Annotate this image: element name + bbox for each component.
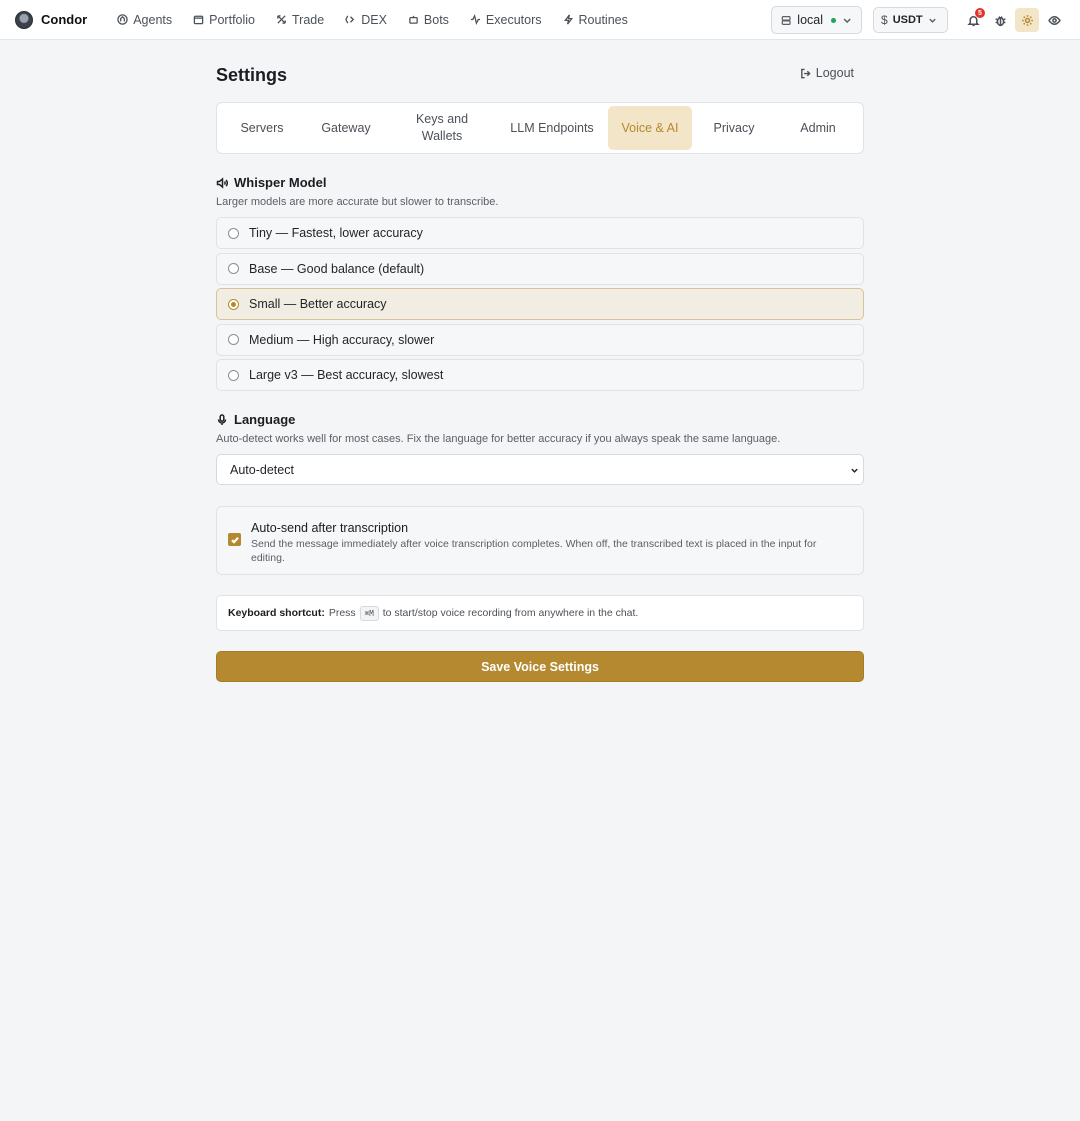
nav-item-label: Bots bbox=[423, 12, 449, 27]
keyboard-shortcut-hint: Keyboard shortcut: Press ⌘M to start/sto… bbox=[216, 595, 864, 631]
settings-button[interactable] bbox=[1015, 8, 1039, 32]
radio-button[interactable] bbox=[228, 263, 239, 274]
tab-voice-ai[interactable]: Voice & AI bbox=[608, 106, 692, 150]
whisper-option-large-v3[interactable]: Large v3 — Best accuracy, slowest bbox=[216, 359, 864, 391]
tab-gateway[interactable]: Gateway bbox=[304, 106, 388, 150]
nav-item-portfolio[interactable]: Portfolio bbox=[193, 13, 255, 27]
shortcut-label: Keyboard shortcut: bbox=[228, 607, 325, 619]
tab-llm-endpoints[interactable]: LLM Endpoints bbox=[496, 106, 608, 150]
language-heading: Language bbox=[216, 412, 864, 427]
chevron-down-icon bbox=[843, 17, 851, 23]
language-selected-value: Auto-detect bbox=[230, 462, 294, 477]
bolt-icon bbox=[563, 14, 573, 25]
nav-item-executors[interactable]: Executors bbox=[470, 13, 542, 27]
language-title: Language bbox=[234, 412, 296, 427]
whisper-option-medium[interactable]: Medium — High accuracy, slower bbox=[216, 323, 864, 356]
server-name: local bbox=[797, 13, 824, 27]
tab-admin[interactable]: Admin bbox=[776, 106, 860, 150]
chevron-down-icon bbox=[928, 18, 936, 23]
condor-logo-icon bbox=[15, 10, 33, 29]
radio-button[interactable] bbox=[228, 227, 239, 239]
shortcut-suffix: to start/stop voice recording from anywh… bbox=[382, 607, 639, 619]
agents-icon bbox=[117, 14, 128, 25]
dex-icon bbox=[345, 15, 355, 24]
debug-button[interactable] bbox=[988, 8, 1012, 32]
nav-item-label: Trade bbox=[292, 12, 325, 27]
save-voice-settings-button[interactable]: Save Voice Settings bbox=[216, 651, 864, 682]
notification-badge: 5 bbox=[975, 8, 985, 18]
autosend-card: Auto-send after transcription Send the m… bbox=[216, 506, 864, 575]
settings-content: Settings Logout Servers Gateway Keys and… bbox=[216, 40, 864, 682]
nav-item-trade[interactable]: Trade bbox=[276, 13, 324, 27]
language-select[interactable]: Auto-detect bbox=[216, 454, 864, 485]
main-nav: Agents Portfolio Trade DEX Bots Executor… bbox=[117, 13, 649, 27]
check-icon bbox=[230, 536, 239, 544]
radio-button[interactable] bbox=[228, 334, 239, 345]
server-icon bbox=[781, 15, 791, 25]
currency-selector[interactable]: $ USDT bbox=[873, 7, 948, 33]
shortcut-prefix: Press bbox=[328, 607, 356, 619]
settings-tabs: Servers Gateway Keys and Wallets LLM End… bbox=[216, 102, 864, 154]
radio-button[interactable] bbox=[228, 298, 239, 310]
option-label: Tiny — Fastest, lower accuracy bbox=[249, 226, 423, 240]
language-description: Auto-detect works well for most cases. F… bbox=[216, 433, 781, 445]
nav-item-dex[interactable]: DEX bbox=[345, 13, 387, 27]
whisper-model-heading: Whisper Model bbox=[216, 175, 864, 190]
trade-icon bbox=[277, 15, 286, 24]
option-label: Large v3 — Best accuracy, slowest bbox=[249, 368, 444, 382]
microphone-icon bbox=[217, 413, 227, 425]
server-status-dot bbox=[831, 17, 836, 23]
radio-button[interactable] bbox=[228, 369, 239, 381]
whisper-model-options: Tiny — Fastest, lower accuracy Base — Go… bbox=[216, 217, 864, 391]
currency-name: USDT bbox=[892, 14, 923, 26]
shortcut-key: ⌘M bbox=[359, 605, 379, 621]
autosend-checkbox[interactable] bbox=[228, 533, 241, 546]
option-label: Small — Better accuracy bbox=[249, 297, 387, 311]
page-header: Settings Logout bbox=[216, 40, 864, 102]
gear-icon bbox=[1021, 14, 1033, 26]
nav-item-label: Executors bbox=[485, 12, 542, 27]
logout-button[interactable]: Logout bbox=[800, 66, 854, 80]
autosend-description: Send the message immediately after voice… bbox=[251, 538, 817, 564]
tab-servers[interactable]: Servers bbox=[220, 106, 304, 150]
top-navbar: Condor Agents Portfolio Trade DEX Bots E… bbox=[0, 0, 1080, 40]
bot-icon bbox=[409, 15, 418, 24]
brand-name: Condor bbox=[41, 12, 88, 27]
bug-icon bbox=[994, 15, 1006, 26]
nav-item-label: DEX bbox=[361, 12, 387, 27]
chevron-down-icon bbox=[851, 468, 858, 473]
topbar-actions: local $ USDT 5 bbox=[771, 6, 1066, 34]
logout-label: Logout bbox=[815, 66, 854, 80]
visibility-button[interactable] bbox=[1042, 8, 1066, 32]
page-title: Settings bbox=[216, 65, 288, 85]
eye-icon bbox=[1047, 15, 1061, 25]
activity-icon bbox=[470, 14, 481, 25]
nav-item-label: Portfolio bbox=[209, 12, 255, 27]
whisper-option-tiny[interactable]: Tiny — Fastest, lower accuracy bbox=[216, 217, 864, 249]
nav-item-agents[interactable]: Agents bbox=[117, 13, 172, 27]
logout-icon bbox=[800, 68, 811, 78]
nav-item-label: Agents bbox=[133, 12, 173, 27]
wallet-icon bbox=[193, 15, 204, 25]
notifications-button[interactable]: 5 bbox=[961, 8, 985, 32]
whisper-model-section: Whisper Model Larger models are more acc… bbox=[216, 175, 864, 391]
whisper-model-title: Whisper Model bbox=[234, 175, 327, 190]
brand[interactable]: Condor bbox=[15, 10, 88, 29]
whisper-option-base[interactable]: Base — Good balance (default) bbox=[216, 252, 864, 285]
server-selector[interactable]: local bbox=[771, 6, 862, 34]
autosend-title: Auto-send after transcription bbox=[251, 521, 409, 535]
option-label: Base — Good balance (default) bbox=[249, 261, 425, 276]
nav-item-routines[interactable]: Routines bbox=[563, 13, 628, 27]
whisper-option-small[interactable]: Small — Better accuracy bbox=[216, 288, 864, 320]
tab-privacy[interactable]: Privacy bbox=[692, 106, 776, 150]
language-section: Language Auto-detect works well for most… bbox=[216, 412, 864, 485]
nav-item-label: Routines bbox=[578, 12, 628, 27]
speaker-icon bbox=[216, 176, 228, 189]
whisper-model-description: Larger models are more accurate but slow… bbox=[216, 196, 499, 208]
nav-item-bots[interactable]: Bots bbox=[408, 13, 449, 27]
tab-keys-and-wallets[interactable]: Keys and Wallets bbox=[388, 106, 496, 150]
dollar-icon: $ bbox=[881, 13, 888, 27]
option-label: Medium — High accuracy, slower bbox=[249, 332, 435, 347]
